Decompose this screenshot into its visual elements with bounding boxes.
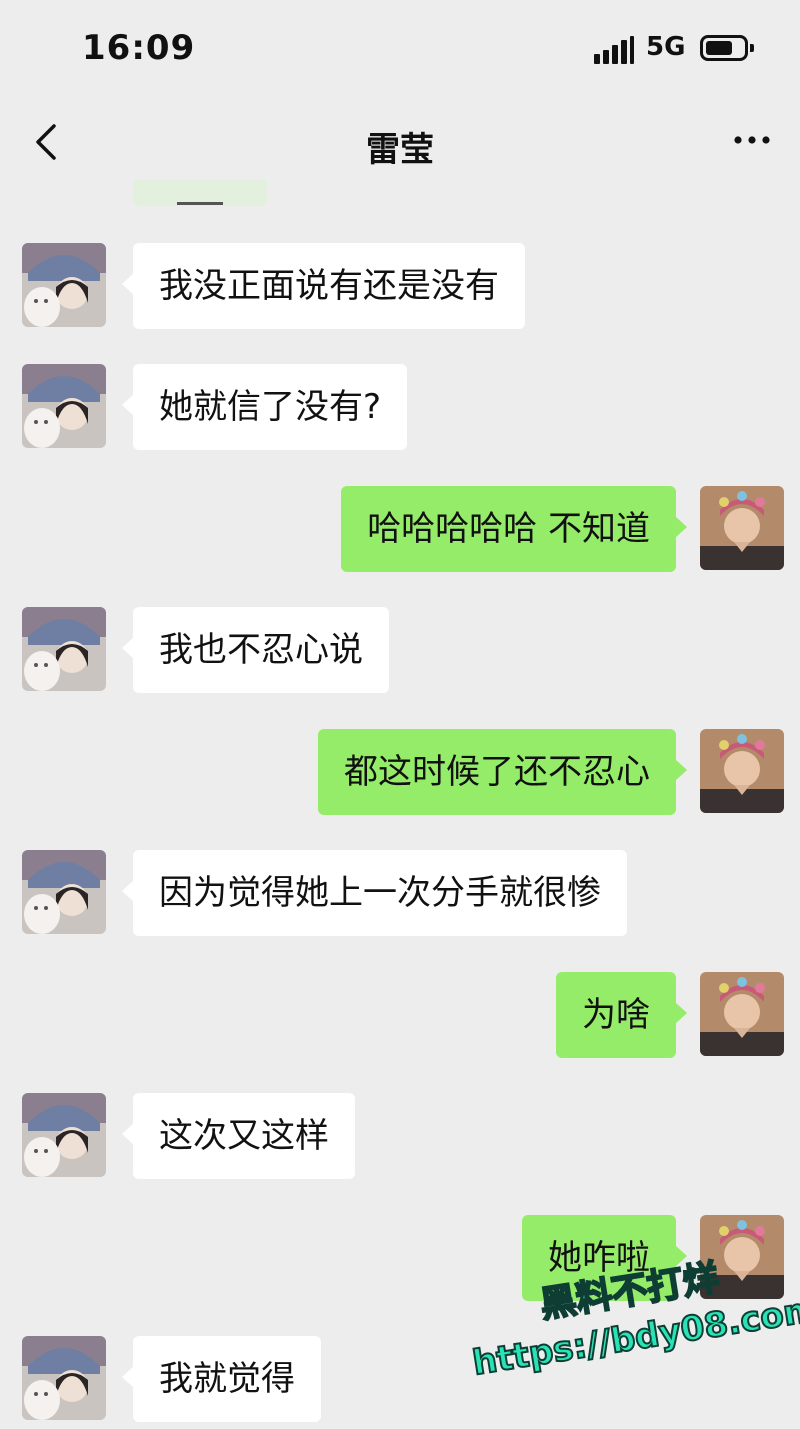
- contact-avatar[interactable]: [22, 364, 106, 448]
- my-avatar[interactable]: [700, 972, 784, 1056]
- received-message-bubble[interactable]: 我没正面说有还是没有: [122, 243, 525, 329]
- watermark: 黑料不打烊 https://bdy08.com: [461, 1237, 800, 1427]
- network-type: 5G: [646, 32, 686, 62]
- received-message-bubble[interactable]: 我就觉得: [122, 1336, 321, 1422]
- contact-avatar[interactable]: [22, 1336, 106, 1420]
- received-message-bubble[interactable]: 这次又这样: [122, 1093, 355, 1179]
- sent-message-bubble[interactable]: 哈哈哈哈哈 不知道: [341, 486, 687, 572]
- contact-avatar[interactable]: [22, 607, 106, 691]
- received-message-bubble[interactable]: 我也不忍心说: [122, 607, 389, 693]
- more-options-icon[interactable]: [732, 128, 772, 152]
- chat-header: 雷莹: [0, 100, 800, 186]
- signal-strength-icon: [594, 36, 634, 64]
- received-message-bubble[interactable]: 她就信了没有?: [121, 364, 408, 450]
- status-bar: 16:09 5G: [0, 0, 800, 100]
- contact-avatar[interactable]: [22, 243, 106, 327]
- contact-avatar[interactable]: [22, 850, 106, 934]
- sent-message-bubble[interactable]: 为啥: [556, 972, 687, 1058]
- previous-message-fragment: [133, 180, 267, 206]
- chat-title: 雷莹: [366, 130, 434, 170]
- sent-message-bubble[interactable]: 都这时候了还不忍心: [318, 729, 687, 815]
- received-message-bubble[interactable]: 因为觉得她上一次分手就很惨: [122, 850, 627, 936]
- contact-avatar[interactable]: [22, 1093, 106, 1177]
- clock: 16:09: [82, 28, 196, 68]
- my-avatar[interactable]: [700, 486, 784, 570]
- battery-icon: [700, 35, 754, 61]
- my-avatar[interactable]: [700, 729, 784, 813]
